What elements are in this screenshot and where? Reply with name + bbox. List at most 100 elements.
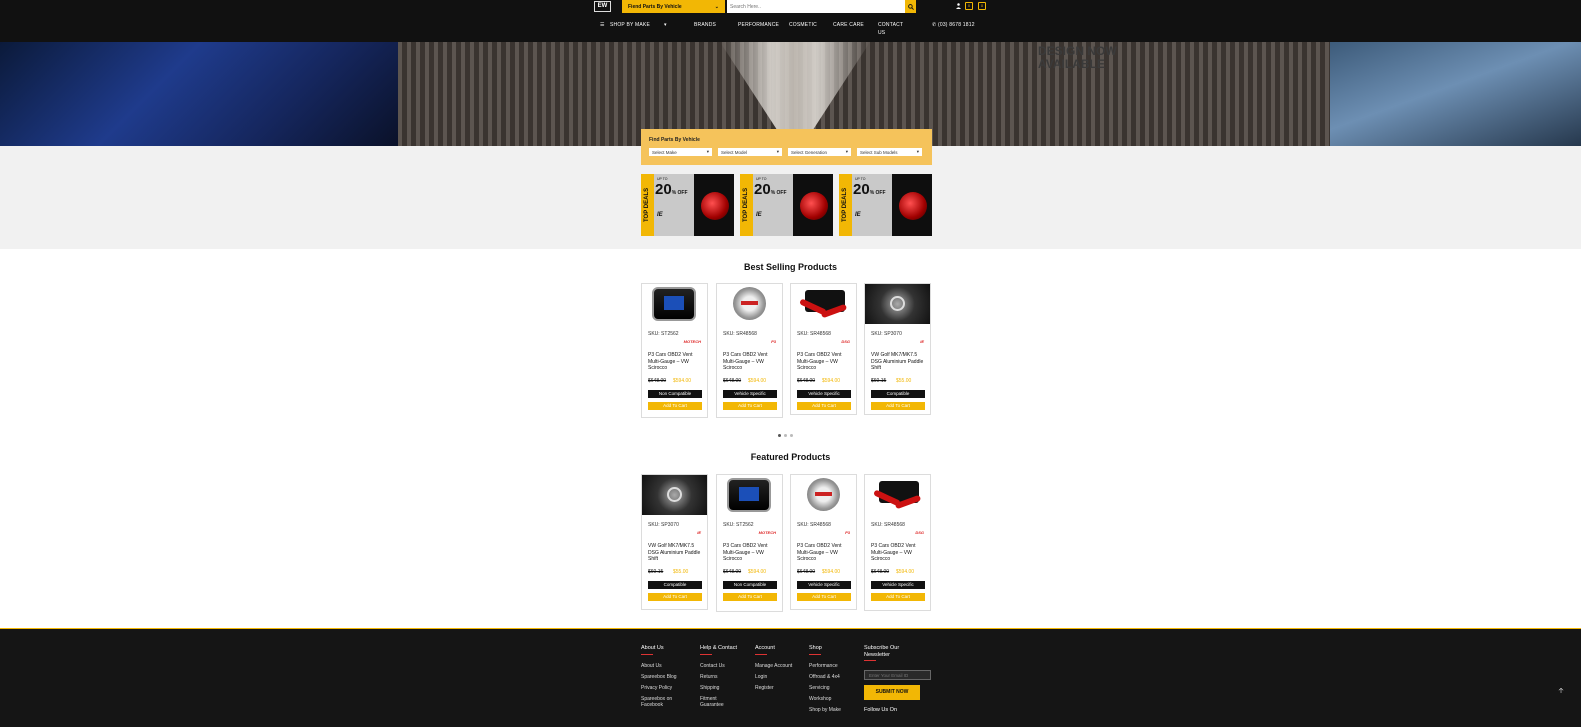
phone-link[interactable]: ✆ (03) 8678 1812 bbox=[932, 21, 975, 29]
site-logo[interactable]: EW bbox=[594, 1, 611, 12]
carousel-dot[interactable] bbox=[778, 434, 781, 437]
product-image[interactable] bbox=[717, 284, 782, 324]
product-price: $594.00 bbox=[822, 378, 841, 384]
carousel-dot[interactable] bbox=[784, 434, 787, 437]
footer-divider bbox=[864, 660, 876, 661]
deal-percent: 20% OFF bbox=[655, 181, 688, 198]
deal-banner[interactable]: TOP DEALS UP TO 20% OFF IE bbox=[839, 174, 932, 236]
product-title[interactable]: P3 Cars OBD2 Vent Multi-Gauge – VW Sciro… bbox=[648, 352, 704, 372]
footer-divider bbox=[809, 653, 821, 655]
cart-icon[interactable]: 0 bbox=[978, 2, 986, 10]
wishlist-icon[interactable]: 0 bbox=[965, 2, 973, 10]
deal-strip: TOP DEALS bbox=[740, 174, 753, 236]
add-to-cart-button[interactable]: Add To Cart bbox=[648, 593, 702, 601]
find-parts-label: Fiend Parts By Vehicle bbox=[628, 3, 682, 10]
add-to-cart-button[interactable]: Add To Cart bbox=[797, 593, 851, 601]
add-to-cart-button[interactable]: Add To Cart bbox=[871, 593, 925, 601]
search-input[interactable] bbox=[727, 0, 905, 13]
footer-link[interactable]: Shipping bbox=[700, 685, 737, 691]
nav-contact-us[interactable]: CONTACT US bbox=[878, 21, 903, 37]
search-button[interactable] bbox=[905, 0, 916, 13]
footer-link[interactable]: Manage Account bbox=[755, 663, 792, 669]
add-to-cart-button[interactable]: Add To Cart bbox=[871, 402, 925, 410]
product-image[interactable] bbox=[865, 284, 930, 324]
footer-link[interactable]: Workshop bbox=[809, 696, 841, 702]
product-sku: SKU: SR48568 bbox=[723, 331, 757, 337]
footer-link[interactable]: Register bbox=[755, 685, 792, 691]
product-sku: SKU: ST2562 bbox=[723, 522, 754, 528]
product-price: $594.00 bbox=[748, 378, 767, 384]
add-to-cart-button[interactable]: Add To Cart bbox=[797, 402, 851, 410]
product-title[interactable]: P3 Cars OBD2 Vent Multi-Gauge – VW Sciro… bbox=[871, 543, 927, 563]
nav-brands[interactable]: BRANDS bbox=[694, 21, 716, 29]
footer-link[interactable]: About Us bbox=[641, 663, 681, 669]
product-card[interactable]: SKU: SR48568 DSG P3 Cars OBD2 Vent Multi… bbox=[790, 283, 857, 415]
select-make[interactable]: Select Make ▾ bbox=[649, 148, 712, 156]
product-image[interactable] bbox=[865, 475, 930, 515]
compatibility-badge: Vehicle Specific bbox=[797, 581, 851, 589]
nav-performance[interactable]: PERFORMANCE bbox=[738, 21, 779, 29]
product-title[interactable]: P3 Cars OBD2 Vent Multi-Gauge – VW Sciro… bbox=[797, 352, 853, 372]
brand-logo: DSG bbox=[841, 339, 850, 344]
footer-link[interactable]: Performance bbox=[809, 663, 841, 669]
product-card[interactable]: SKU: ST2562 MOTECH P3 Cars OBD2 Vent Mul… bbox=[716, 474, 783, 612]
footer-link[interactable]: Servicing bbox=[809, 685, 841, 691]
footer-link[interactable]: Spareebox Blog bbox=[641, 674, 681, 680]
find-parts-by-vehicle-button[interactable]: Fiend Parts By Vehicle ⌄ bbox=[622, 0, 725, 13]
product-title[interactable]: VW Golf MK7/MK7.5 DSG Aluminium Paddle S… bbox=[871, 352, 927, 372]
select-model[interactable]: Select Model ▾ bbox=[718, 148, 782, 156]
deal-off: % OFF bbox=[671, 190, 688, 196]
product-title[interactable]: P3 Cars OBD2 Vent Multi-Gauge – VW Sciro… bbox=[723, 543, 779, 563]
deal-product-image bbox=[800, 192, 828, 220]
product-title[interactable]: P3 Cars OBD2 Vent Multi-Gauge – VW Sciro… bbox=[723, 352, 779, 372]
product-image[interactable] bbox=[717, 475, 782, 515]
nav-care-care[interactable]: CARE CARE bbox=[833, 21, 864, 29]
deal-percent-value: 20 bbox=[754, 181, 771, 198]
footer-link[interactable]: Fitment Guarantee bbox=[700, 696, 734, 708]
product-old-price: $648.00 bbox=[871, 569, 890, 575]
newsletter-submit-button[interactable]: SUBMIT NOW bbox=[864, 685, 920, 700]
product-card[interactable]: SKU: SR48568 DSG P3 Cars OBD2 Vent Multi… bbox=[864, 474, 931, 611]
add-to-cart-button[interactable]: Add To Cart bbox=[648, 402, 702, 410]
footer-link[interactable]: Privacy Policy bbox=[641, 685, 681, 691]
add-to-cart-button[interactable]: Add To Cart bbox=[723, 402, 777, 410]
compatibility-badge: Non Compatible bbox=[723, 581, 777, 589]
deal-product-image bbox=[701, 192, 729, 220]
product-card[interactable]: SKU: SP3070 IE VW Golf MK7/MK7.5 DSG Alu… bbox=[864, 283, 931, 415]
product-image[interactable] bbox=[642, 284, 707, 324]
nav-cosmetic[interactable]: COSMETIC bbox=[789, 21, 817, 29]
product-card[interactable]: SKU: SR48568 P3 P3 Cars OBD2 Vent Multi-… bbox=[790, 474, 857, 610]
deal-off: % OFF bbox=[770, 190, 787, 196]
product-image[interactable] bbox=[791, 475, 856, 515]
select-generation[interactable]: Select Generation ▾ bbox=[788, 148, 851, 156]
footer-link[interactable]: Spareebox on Facebook bbox=[641, 696, 681, 708]
footer-link[interactable]: Offroad & 4x4 bbox=[809, 674, 841, 680]
footer-link[interactable]: Shop by Make bbox=[809, 707, 841, 713]
deal-banner[interactable]: TOP DEALS UP TO 20% OFF IE bbox=[641, 174, 734, 236]
product-title[interactable]: P3 Cars OBD2 Vent Multi-Gauge – VW Sciro… bbox=[797, 543, 853, 563]
newsletter-email-input[interactable] bbox=[864, 670, 931, 680]
footer-account: Account Manage Account Login Register bbox=[755, 645, 792, 696]
footer-divider bbox=[700, 653, 712, 655]
product-card[interactable]: SKU: SR48568 P3 P3 Cars OBD2 Vent Multi-… bbox=[716, 283, 783, 418]
select-sub-models[interactable]: Select Sub Models ▾ bbox=[857, 148, 922, 156]
product-image[interactable] bbox=[642, 475, 707, 515]
nav-shop-by-make[interactable]: SHOP BY MAKE bbox=[610, 21, 650, 29]
product-title[interactable]: VW Golf MK7/MK7.5 DSG Aluminium Paddle S… bbox=[648, 543, 704, 563]
scroll-to-top-icon[interactable]: 🡡 bbox=[1557, 688, 1565, 696]
deal-banner[interactable]: TOP DEALS UP TO 20% OFF IE bbox=[740, 174, 833, 236]
footer-link[interactable]: Login bbox=[755, 674, 792, 680]
product-image[interactable] bbox=[791, 284, 856, 324]
phone-number: (03) 8678 1812 bbox=[937, 22, 975, 28]
search-icon bbox=[907, 3, 914, 10]
product-card[interactable]: SKU: SP3070 IE VW Golf MK7/MK7.5 DSG Alu… bbox=[641, 474, 708, 610]
carousel-dot[interactable] bbox=[790, 434, 793, 437]
add-to-cart-button[interactable]: Add To Cart bbox=[723, 593, 777, 601]
user-icon[interactable] bbox=[956, 3, 961, 9]
footer-link[interactable]: Returns bbox=[700, 674, 737, 680]
menu-icon[interactable]: ☰ bbox=[600, 21, 605, 29]
product-card[interactable]: SKU: ST2562 MOTECH P3 Cars OBD2 Vent Mul… bbox=[641, 283, 708, 418]
deal-product-image bbox=[899, 192, 927, 220]
footer-link[interactable]: Contact Us bbox=[700, 663, 737, 669]
chevron-down-icon[interactable]: ▾ bbox=[664, 21, 667, 29]
